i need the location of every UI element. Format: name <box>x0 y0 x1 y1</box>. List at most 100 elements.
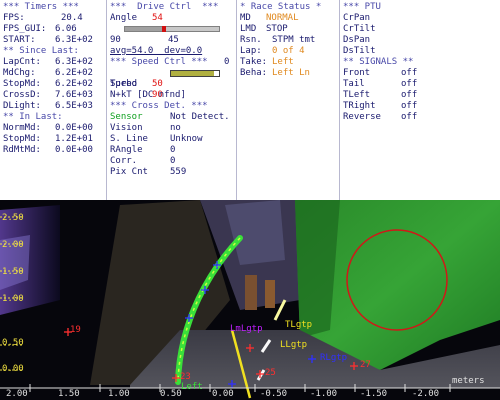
x-tick-label: 0.00 <box>212 389 234 399</box>
normmd-value: 0.0E+00 <box>55 123 93 133</box>
x-tick-label: -0.50 <box>260 389 288 399</box>
rangle-label: RAngle <box>110 145 143 155</box>
cross-det-header: *** Cross Det. *** <box>110 101 208 111</box>
speed-ctrl-header: *** Speed Ctrl *** <box>110 57 208 67</box>
cone-2 <box>265 280 275 308</box>
speed-bar <box>170 70 220 77</box>
marker-label-27: 27 <box>360 360 371 370</box>
since-last-header: ** Since Last: <box>3 46 79 56</box>
drive-ctrl-section: *** Drive Ctrl *** Angle 54 90 0 45 avg=5… <box>107 0 237 200</box>
mdchg-label: MdChg: <box>3 68 36 78</box>
y-tick-label: 0.00 <box>2 364 24 374</box>
ptu-item-crpan: CrPan <box>343 13 371 23</box>
signal-label: TRight <box>343 101 376 111</box>
rsn-value: STPM tmt <box>272 35 316 45</box>
x-tick-label: -2.00 <box>412 389 440 399</box>
pixcnt-value: 559 <box>170 167 187 177</box>
signal-value: off <box>401 68 418 78</box>
x-tick-label: 0.50 <box>160 389 182 399</box>
md-label: MD <box>240 13 251 23</box>
vision-value: no <box>170 123 181 133</box>
start-label: START: <box>3 35 36 45</box>
fps-value: 20.4 <box>61 13 83 23</box>
timers-section: *** Timers *** FPS: 20.4 FPS_GUI: 6.06 STA… <box>0 0 107 200</box>
beha-label: Beha: <box>240 68 268 78</box>
camera-view: 2.50 2.00 1.50 1.00 0.50 0.00 19 23 Left… <box>0 200 500 400</box>
angle-center-label: 45 <box>168 35 179 45</box>
marker-label-19: 19 <box>70 325 81 335</box>
turbo-value: 50 <box>152 79 163 89</box>
ptu-item-dspan: DsPan <box>343 35 371 45</box>
angle-slider-fill <box>125 27 163 31</box>
marker-label-25: 25 <box>265 368 276 378</box>
signal-label: Front <box>343 68 371 78</box>
ptu-section: *** PTU CrPan CrTilt DsPan DsTilt ** SIG… <box>340 0 500 200</box>
lap-value: 0 of 4 <box>272 46 305 56</box>
status-panel: *** Timers *** FPS: 20.4 FPS_GUI: 6.06 STA… <box>0 0 500 200</box>
signal-value: off <box>401 101 418 111</box>
y-tick-label: 2.50 <box>2 213 24 223</box>
angle-value: 54 <box>152 13 163 23</box>
signal-label: Reverse <box>343 112 381 122</box>
take-label: Take: <box>240 57 268 67</box>
light-label-llgtp: LLgtp <box>280 340 308 350</box>
signal-tright: TRight off <box>343 101 497 112</box>
ptu-item-dstilt: DsTilt <box>343 46 376 56</box>
angle-slider-marker[interactable] <box>161 26 166 32</box>
y-tick-label: 1.50 <box>2 267 24 277</box>
fps-gui-value: 6.06 <box>55 24 77 34</box>
signal-front: Front off <box>343 68 497 79</box>
dlight-value: 6.5E+03 <box>55 101 93 111</box>
light-label-tlgtp: TLgtp <box>285 320 313 330</box>
start-value: 6.3E+02 <box>55 35 93 45</box>
signal-label: TLeft <box>343 90 371 100</box>
speed-bar-fill <box>171 71 215 76</box>
lmd-value: STOP <box>266 24 288 34</box>
x-tick-label: 1.50 <box>58 389 80 399</box>
fps-label: FPS: <box>3 13 25 23</box>
crossd-label: CrossD: <box>3 90 41 100</box>
x-axis-unit: meters <box>452 376 485 386</box>
fps-gui-label: FPS_GUI: <box>3 24 47 34</box>
signal-tleft: TLeft off <box>343 90 497 101</box>
turbo-label: Turbo <box>110 79 138 89</box>
signal-value: off <box>401 112 418 122</box>
race-status-section: * Race Status * MD NORMAL LMD STOP Rsn. STP… <box>237 0 340 200</box>
lmd-label: LMD <box>240 24 257 34</box>
in-last-header: ** In Last: <box>3 112 63 122</box>
x-tick-label: -1.50 <box>360 389 388 399</box>
rdmtmd-value: 0.0E+00 <box>55 145 93 155</box>
race-status-header: * Race Status * <box>240 2 322 12</box>
corr-label: Corr. <box>110 156 138 166</box>
lane-label-left: Left <box>181 382 203 392</box>
lapcnt-label: LapCnt: <box>3 57 41 67</box>
y-tick-label: 2.00 <box>2 240 24 250</box>
y-tick-label: 1.00 <box>2 294 24 304</box>
stopmd-value: 6.2E+02 <box>55 79 93 89</box>
y-tick-label: 0.50 <box>2 338 24 348</box>
corr-value: 0 <box>170 156 176 166</box>
signal-value: off <box>401 79 418 89</box>
rsn-label: Rsn. <box>240 35 262 45</box>
signal-reverse: Reverse off <box>343 112 497 123</box>
signal-label: Tail <box>343 79 365 89</box>
stopmd2-value: 1.2E+01 <box>55 134 93 144</box>
mdchg-value: 6.2E+02 <box>55 68 93 78</box>
angle-slider[interactable] <box>124 26 220 32</box>
ptu-item-crtilt: CrTilt <box>343 24 376 34</box>
light-label-lmlgtp: LmLgtp <box>230 324 263 334</box>
stopmd2-label: StopMd: <box>3 134 41 144</box>
camera-scene <box>0 200 500 400</box>
sline-label: S. Line <box>110 134 148 144</box>
dlight-label: DLight: <box>3 101 41 111</box>
normmd-label: NormMd: <box>3 123 41 133</box>
signal-value: off <box>401 90 418 100</box>
x-tick-label: 1.00 <box>108 389 130 399</box>
angle-slider-row: 90 0 <box>110 24 233 67</box>
signal-tail: Tail off <box>343 79 497 90</box>
angle-label: Angle <box>110 13 138 23</box>
signals-header: ** SIGNALS ** <box>343 57 414 67</box>
vision-label: Vision <box>110 123 143 133</box>
light-label-rlgtp: RLgtp <box>320 353 348 363</box>
pixcnt-label: Pix Cnt <box>110 167 148 177</box>
